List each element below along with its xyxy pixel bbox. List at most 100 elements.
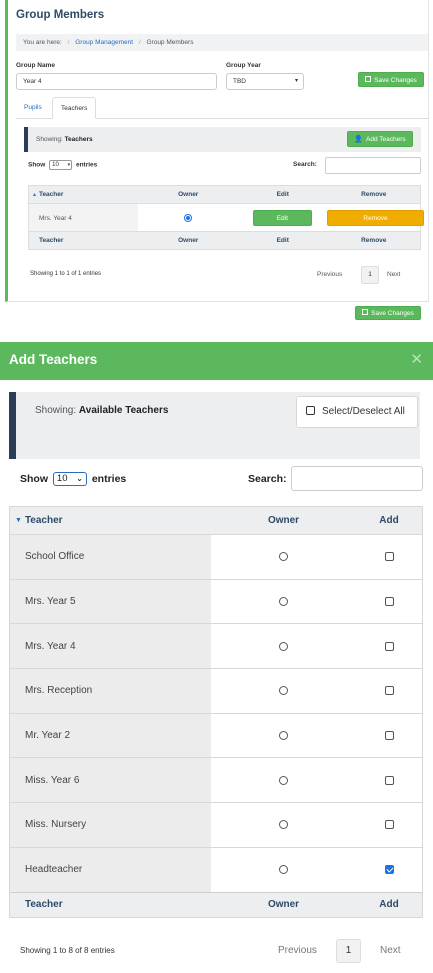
teacher-name: Miss. Nursery [10,803,211,847]
modal-search-input[interactable] [291,466,423,491]
owner-radio[interactable] [279,731,288,741]
owner-radio[interactable] [279,686,288,696]
chevron-down-icon: ▾ [67,162,71,168]
modal-entries-select[interactable]: 10 ⌄ [52,472,87,486]
modal-page-1-button[interactable]: 1 [336,939,361,963]
teacher-name: Mrs. Year 4 [10,624,211,669]
tab-bar: Pupils Teachers [16,97,428,119]
add-checkbox-checked[interactable] [384,865,394,875]
table-footer-row: Teacher Owner Edit Remove [29,232,420,249]
add-checkbox[interactable] [384,820,394,830]
show-label: Show [28,161,46,169]
footer-owner: Owner [178,237,199,244]
table-row: Mr. Year 2 [10,712,422,758]
owner-radio[interactable] [184,215,191,222]
modal-header: Add Teachers ✕ [0,342,433,380]
modal-title: Add Teachers [9,352,98,367]
footer-teacher: Teacher [25,899,63,910]
previous-button[interactable]: Previous [317,271,342,278]
footer-add: Add [379,899,399,910]
modal-previous-button[interactable]: Previous [278,945,317,956]
breadcrumb-separator: / [138,39,141,46]
tab-teachers[interactable]: Teachers [52,97,97,119]
teacher-name: Headteacher [10,847,211,892]
search-label: Search: [293,161,317,168]
checkbox-icon [306,405,315,415]
save-changes-bottom-label: Save Changes [371,310,414,317]
add-teachers-label: Add Teachers [366,136,406,143]
column-header-teacher[interactable]: ▼ Teacher [10,507,211,534]
modal-search-label: Search: [248,473,287,485]
teachers-table: ▲ Teacher Owner Edit Remove Mrs. Year 4 E… [28,185,424,250]
group-name-label: Group Name [16,62,56,69]
table-row: Miss. Year 6 [10,757,422,803]
show-label: Show [20,472,48,485]
column-header-teacher[interactable]: ▲ Teacher [29,186,138,203]
breadcrumb-prefix: You are here: [23,39,62,46]
breadcrumb-separator: / [67,39,70,46]
tab-pupils[interactable]: Pupils [16,97,50,119]
add-checkbox[interactable] [384,597,394,607]
footer-edit: Edit [276,237,289,244]
owner-radio[interactable] [279,820,288,830]
table-row: Mrs. Year 4 [10,623,422,669]
table-row: Headteacher [10,846,422,892]
group-year-select[interactable]: TBD ▾ [226,73,304,90]
owner-radio[interactable] [279,641,288,651]
add-teachers-button[interactable]: 👤 Add Teachers [347,131,413,147]
add-checkbox[interactable] [384,731,394,741]
table-info: Showing 1 to 1 of 1 entries [30,271,102,277]
table-row: Mrs. Reception [10,668,422,713]
teacher-name: Mr. Year 2 [10,713,211,758]
teacher-name: Mrs. Year 5 [10,579,211,624]
chevron-down-icon: ⌄ [76,474,83,483]
owner-radio[interactable] [279,865,288,875]
teacher-name: Mrs. Reception [10,669,211,713]
close-icon[interactable]: ✕ [410,350,423,368]
breadcrumb-current: Group Members [146,39,194,46]
table-header-row: ▲ Teacher Owner Edit Remove [29,186,420,203]
add-checkbox[interactable] [384,552,394,562]
column-header-owner[interactable]: Owner [211,507,356,534]
owner-radio[interactable] [279,775,288,785]
add-checkbox[interactable] [384,641,394,651]
showing-value: Teachers [64,136,93,143]
entries-select[interactable]: 10 ▾ [49,160,73,170]
page-1-button[interactable]: 1 [361,266,379,284]
select-deselect-all-button[interactable]: Select/Deselect All [296,396,418,428]
column-header-add: Add [379,515,399,526]
column-header-owner[interactable]: Owner [138,186,237,203]
teacher-name: Miss. Year 6 [10,758,211,803]
sort-desc-icon: ▼ [15,517,22,524]
edit-button[interactable]: Edit [252,210,312,227]
save-changes-button[interactable]: Save Changes [358,72,424,87]
column-header-remove: Remove [361,191,387,198]
entries-length-control: Show 10 ▾ entries [28,160,97,170]
modal-entries-length-control: Show 10 ⌄ entries [20,472,126,486]
search-input[interactable] [325,157,421,174]
showing-text: Showing: Available Teachers [35,405,168,416]
floppy-disk-icon [362,309,369,316]
save-changes-bottom-button[interactable]: Save Changes [355,306,421,320]
showing-value: Available Teachers [78,405,169,416]
save-changes-label: Save Changes [374,77,417,84]
next-button[interactable]: Next [387,271,400,278]
modal-next-button[interactable]: Next [380,945,401,956]
remove-button[interactable]: Remove [327,210,424,227]
owner-radio[interactable] [279,552,288,562]
add-checkbox[interactable] [384,775,394,785]
owner-radio[interactable] [279,597,288,607]
page-title: Group Members [16,9,105,21]
footer-remove: Remove [361,237,387,244]
breadcrumb-link-group-management[interactable]: Group Management [75,39,133,46]
table-row: Miss. Nursery [10,802,422,847]
entries-label: entries [75,161,98,169]
modal-table-info: Showing 1 to 8 of 8 entries [20,946,115,955]
chevron-down-icon: ▾ [294,78,298,84]
table-row: School Office [10,534,422,579]
entries-label: entries [91,472,127,485]
add-checkbox[interactable] [384,686,394,696]
group-name-input[interactable]: Year 4 [16,73,217,90]
footer-owner: Owner [267,899,300,910]
group-year-label: Group Year [226,62,261,69]
